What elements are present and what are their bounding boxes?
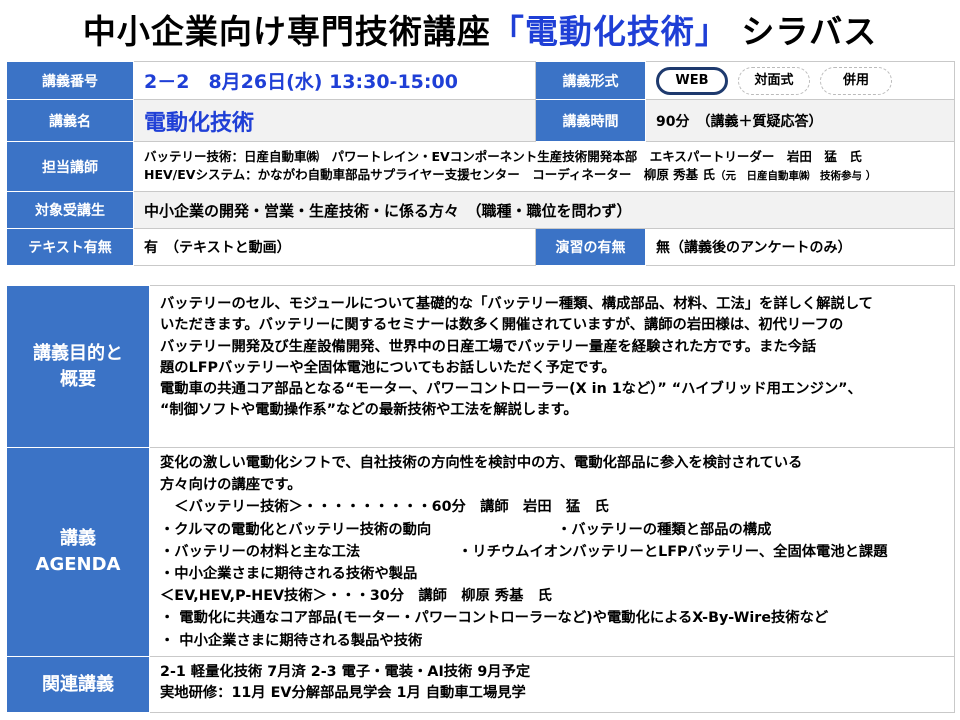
course-info-table: 講義番号 2－2 8月26日(水) 13:30-15:00 講義形式 WEB 対… (6, 61, 955, 266)
audience-label: 対象受講生 (6, 191, 134, 229)
purpose-line: “制御ソフトや電動操作系”などの最新技術や工法を解説します。 (160, 402, 578, 419)
agenda-item: ・リチウムイオンバッテリーとLFPバッテリー、全固体電池と課題 (458, 543, 888, 560)
lecture-name-label: 講義名 (6, 99, 134, 142)
title-suffix: シラバス (728, 12, 878, 51)
agenda-body: 変化の激しい電動化シフトで、自社技術の方向性を検討中の方、電動化部品に参入を検討… (149, 447, 955, 657)
audience-value: 中小企業の開発・営業・生産技術・に係る方々 （職種・職位を問わず） (133, 191, 955, 229)
related-line-2: 実地研修：11月 EV分解部品見学会 1月 自動車工場見学 (160, 685, 526, 702)
instructor-line-2-main: HEV/EVシステム：かながわ自動車部品サプライヤー支援センター コーディネータ… (144, 167, 716, 182)
related-body: 2-1 軽量化技術 7月済 2-3 電子・電装・AI技術 9月予定 実地研修：1… (149, 656, 955, 713)
agenda-row: ・バッテリーの材料と主な工法 ・リチウムイオンバッテリーとLFPバッテリー、全固… (160, 541, 946, 563)
format-label: 講義形式 (535, 61, 646, 100)
instructor-line-1: バッテリー技術：日産自動車㈱ パワートレイン・EVコンポーネント生産技術開発本部… (144, 149, 862, 164)
agenda-item: ・クルマの電動化とバッテリー技術の動向 (160, 521, 432, 538)
purpose-line: バッテリーのセル、モジュールについて基礎的な「バッテリー種類、構成部品、材料、工… (160, 296, 873, 312)
agenda-item: ・バッテリーの材料と主な工法 (160, 543, 361, 560)
purpose-line: 電動車の共通コア部品となる“モーター、パワーコントローラー(X in 1など）”… (160, 381, 862, 398)
ev-section-header: ＜EV,HEV,P-HEV技術＞・・・30分 講師 柳原 秀基 氏 (160, 588, 552, 605)
agenda-label-line-2: AGENDA (35, 554, 121, 575)
purpose-body: バッテリーのセル、モジュールについて基礎的な「バッテリー種類、構成部品、材料、工… (149, 285, 955, 448)
instructor-line-2: HEV/EVシステム：かながわ自動車部品サプライヤー支援センター コーディネータ… (144, 166, 954, 185)
related-line-1: 2-1 軽量化技術 7月済 2-3 電子・電装・AI技術 9月予定 (160, 664, 531, 680)
page-title: 中小企業向け専門技術講座「電動化技術」 シラバス (0, 6, 960, 58)
format-option-hybrid[interactable]: 併用 (820, 66, 892, 95)
instructor-line-2-note: （元 日産自動車㈱ 技術参与 ） (715, 170, 877, 182)
purpose-label: 講義目的と 概要 (6, 285, 150, 448)
related-label: 関連講義 (6, 656, 150, 713)
duration-value: 90分 （講義＋質疑応答） (645, 99, 955, 142)
duration-label: 講義時間 (535, 99, 646, 142)
agenda-row: ・クルマの電動化とバッテリー技術の動向 ・バッテリーの種類と部品の構成 (160, 519, 946, 541)
format-options: WEB 対面式 併用 (645, 61, 955, 100)
agenda-label: 講義 AGENDA (6, 447, 150, 657)
text-availability-label: テキスト有無 (6, 228, 134, 266)
agenda-item: ・バッテリーの種類と部品の構成 (557, 521, 772, 538)
lecture-number-label: 講義番号 (6, 61, 134, 100)
format-option-web[interactable]: WEB (656, 66, 728, 95)
lecture-number-value: 2－2 8月26日(水) 13:30-15:00 (133, 61, 536, 100)
agenda-item: ・中小企業さまに期待される技術や製品 (160, 566, 418, 583)
agenda-label-line-1: 講義 (60, 528, 96, 549)
purpose-label-line-1: 講義目的と (33, 342, 123, 364)
purpose-line: いただきます。バッテリーに関するセミナーは数多く開催されていますが、講師の岩田様… (160, 317, 844, 334)
instructor-label: 担当講師 (6, 141, 134, 192)
purpose-label-line-2: 概要 (60, 368, 96, 390)
battery-section-header: ＜バッテリー技術＞・・・・・・・・・60分 講師 岩田 猛 氏 (160, 499, 609, 516)
agenda-intro-line-1: 変化の激しい電動化シフトで、自社技術の方向性を検討中の方、電動化部品に参入を検討… (160, 455, 803, 471)
format-option-in-person[interactable]: 対面式 (738, 66, 810, 95)
agenda-intro-line-2: 方々向けの講座です。 (160, 477, 302, 494)
purpose-line: 題のLFPバッテリーや全固体電池についてもお話しいただく予定です。 (160, 359, 616, 376)
instructor-value: バッテリー技術：日産自動車㈱ パワートレイン・EVコンポーネント生産技術開発本部… (133, 141, 955, 192)
purpose-line: バッテリー開発及び生産設備開発、世界中の日産工場でバッテリー量産を経験された方で… (160, 338, 817, 355)
agenda-item: ・ 中小企業さまに期待される製品や技術 (160, 632, 423, 649)
lecture-name-value: 電動化技術 (133, 99, 536, 142)
text-availability-value: 有 （テキストと動画） (133, 228, 536, 266)
agenda-item: ・ 電動化に共通なコア部品(モーター・パワーコントローラーなど)や電動化によるX… (160, 610, 829, 627)
title-highlight: 「電動化技術」 (490, 12, 729, 51)
title-prefix: 中小企業向け専門技術講座 (82, 12, 491, 51)
exercise-label: 演習の有無 (535, 228, 646, 266)
course-description-table: 講義目的と 概要 バッテリーのセル、モジュールについて基礎的な「バッテリー種類、… (6, 285, 955, 713)
exercise-value: 無（講義後のアンケートのみ） (645, 228, 955, 266)
